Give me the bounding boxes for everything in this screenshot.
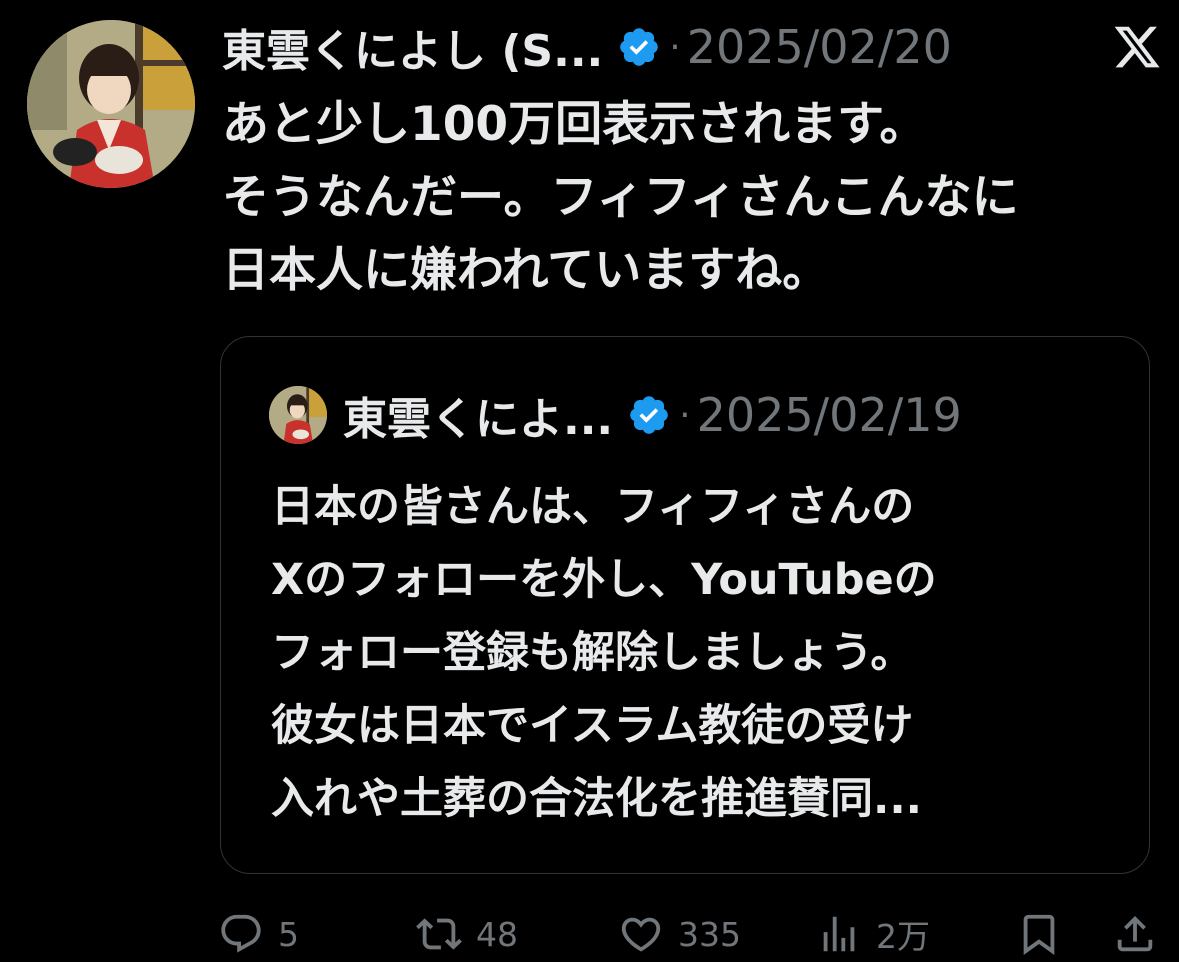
quoted-text: 日本の皆さんは、フィフィさんの Xのフォローを外し、YouTubeの フォロー登… [271,482,937,824]
tweet-header: 東雲くによし (S... · 2025/02/20 [222,15,1162,79]
tweet-date[interactable]: 2025/02/20 [687,20,952,74]
quoted-date: 2025/02/19 [696,388,962,442]
reply-button[interactable]: 5 [218,906,299,962]
share-icon [1117,915,1153,952]
quoted-author-avatar [269,386,327,444]
action-bar: 5 48 335 2万 [218,906,1158,962]
like-count: 335 [678,914,741,954]
quoted-tweet[interactable]: 東雲くによ... · 2025/02/19 日本の皆さんは、フィフィさんの Xの… [220,336,1150,874]
verified-icon [630,396,668,434]
x-logo-icon [1114,26,1160,68]
bookmark-icon [1023,914,1055,955]
share-button[interactable] [1112,906,1158,962]
views-icon [823,916,855,952]
repost-button[interactable]: 48 [416,906,518,962]
quoted-author-name: 東雲くによ... [343,394,614,445]
repost-icon [416,918,462,950]
reply-count: 5 [278,914,299,954]
repost-count: 48 [476,914,518,954]
quoted-date-separator: · [679,394,691,436]
verified-icon [620,28,659,66]
date-separator: · [669,26,681,68]
tweet-text: あと少し100万回表示されます。 そうなんだー。フィフィさんこんなに 日本人に嫌… [222,97,1019,298]
bookmark-button[interactable] [1016,906,1062,962]
like-icon [621,917,661,952]
like-button[interactable]: 335 [618,906,741,962]
reply-icon [221,914,261,953]
views-count: 2万 [876,917,930,956]
author-avatar[interactable] [27,20,195,188]
views-button[interactable]: 2万 [816,906,930,962]
quoted-header: 東雲くによ... · 2025/02/19 [269,386,962,445]
author-name[interactable]: 東雲くによし (S... [222,15,603,79]
